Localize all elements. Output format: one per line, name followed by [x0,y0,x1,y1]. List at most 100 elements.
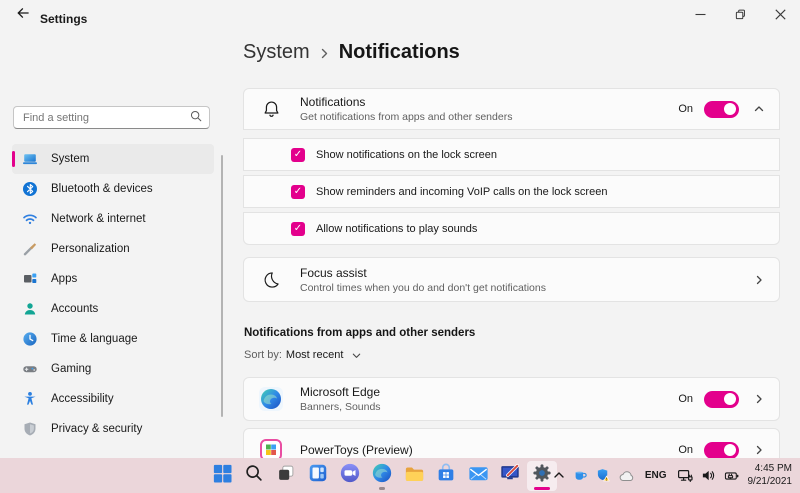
notifications-subtitle: Get notifications from apps and other se… [300,111,512,123]
notifications-title: Notifications [300,95,512,109]
file-explorer-button[interactable] [399,461,429,491]
mail-button[interactable] [463,461,493,491]
tray-overflow-button[interactable] [553,467,565,485]
sidebar-item-label: Gaming [51,363,91,375]
toggle-state-label: On [678,393,693,405]
sidebar-item-apps[interactable]: Apps [12,264,214,294]
search-input[interactable] [23,112,190,124]
chat-icon [339,462,361,489]
sidebar-item-label: Bluetooth & devices [51,183,153,195]
task-view-button[interactable] [271,461,301,491]
clock[interactable]: 4:45 PM 9/21/2021 [748,463,795,488]
sort-dropdown[interactable]: Sort by: Most recent [244,349,362,361]
sidebar-item-label: Apps [51,273,77,285]
store-button[interactable] [431,461,461,491]
app-name: Microsoft Edge [300,385,381,399]
back-arrow-icon [15,6,30,25]
sort-by-label: Sort by: [244,349,282,361]
back-button[interactable] [8,4,36,26]
widgets-icon [307,462,329,489]
notifications-setting-row[interactable]: Notifications Get notifications from app… [243,88,780,130]
breadcrumb-chevron-icon [320,47,329,60]
sidebar-scrollbar[interactable] [221,155,223,417]
system-laptop-icon [22,151,38,167]
app-row-powertoys[interactable]: PowerToys (Preview) On [243,428,780,458]
toggle-state-label: On [678,103,693,115]
sidebar-item-label: Time & language [51,333,138,345]
edge-button[interactable] [367,461,397,491]
network-display-icon[interactable] [677,468,693,484]
desktop-pen-app-button[interactable] [495,461,525,491]
sidebar-item-accounts[interactable]: Accounts [12,294,214,324]
toggle-knob [724,444,736,456]
file-explorer-icon [403,462,426,490]
minimize-button[interactable] [680,0,720,28]
crescent-moon-icon [257,270,285,290]
start-button[interactable] [207,461,237,491]
search-icon [243,462,265,489]
option-label: Allow notifications to play sounds [316,223,477,235]
desktop-pen-icon [499,462,521,489]
sidebar-item-bluetooth-devices[interactable]: Bluetooth & devices [12,174,214,204]
sidebar-item-privacy-security[interactable]: Privacy & security [12,414,214,444]
focus-assist-row[interactable]: Focus assist Control times when you do a… [243,257,780,302]
notifications-toggle[interactable] [704,101,739,118]
sidebar-item-personalization[interactable]: Personalization [12,234,214,264]
sidebar-item-label: Network & internet [51,213,146,225]
sidebar-item-label: Accessibility [51,393,114,405]
settings-gear-icon [531,462,553,489]
option-row-lock-screen-notifications: Show notifications on the lock screen [243,138,780,171]
sidebar-item-gaming[interactable]: Gaming [12,354,214,384]
sidebar-item-accessibility[interactable]: Accessibility [12,384,214,414]
tray-date: 9/21/2021 [748,476,793,489]
sidebar-item-system[interactable]: System [12,144,214,174]
edge-icon [371,462,393,489]
volume-icon[interactable] [701,468,716,483]
powertoys-app-icon [257,438,285,458]
sidebar-item-time-language[interactable]: Time & language [12,324,214,354]
app-title: Settings [40,12,87,26]
onedrive-cloud-icon[interactable] [619,469,635,482]
security-shield-warning-icon[interactable] [596,468,611,483]
app-notification-types: Banners, Sounds [300,401,381,413]
cup-app-tray-icon[interactable] [573,468,588,483]
close-button[interactable] [760,0,800,28]
checkbox-checked[interactable] [291,148,305,162]
breadcrumb-system[interactable]: System [243,41,310,64]
powertoys-notifications-toggle[interactable] [704,442,739,459]
sidebar-item-network-internet[interactable]: Network & internet [12,204,214,234]
focus-assist-subtitle: Control times when you do and don't get … [300,282,546,294]
search-box[interactable] [13,106,210,129]
taskbar-search-button[interactable] [239,461,269,491]
selection-accent-bar [12,151,15,167]
checkbox-checked[interactable] [291,185,305,199]
widgets-button[interactable] [303,461,333,491]
option-row-play-sounds: Allow notifications to play sounds [243,212,780,245]
person-icon [22,301,38,317]
accessibility-person-icon [22,391,38,407]
system-tray: ENG 4:45 PM 9/21/2021 [553,458,794,493]
chevron-down-icon [351,350,362,361]
bell-icon [257,99,285,120]
main-content: System Notifications Notifications Get n… [243,28,780,458]
checkbox-checked[interactable] [291,222,305,236]
chevron-right-icon [753,274,765,286]
sidebar-item-label: Privacy & security [51,423,142,435]
apps-section-heading: Notifications from apps and other sender… [244,327,475,339]
chat-button[interactable] [335,461,365,491]
start-icon [211,462,234,490]
language-indicator[interactable]: ENG [643,470,669,481]
restore-button[interactable] [720,0,760,28]
edge-notifications-toggle[interactable] [704,391,739,408]
tray-time: 4:45 PM [748,463,793,476]
option-row-reminders-voip: Show reminders and incoming VoIP calls o… [243,175,780,208]
apps-grid-icon [22,271,38,287]
shield-icon [22,421,38,437]
battery-plug-icon[interactable] [724,469,740,483]
focus-assist-title: Focus assist [300,266,546,280]
titlebar: Settings [0,0,800,30]
sort-value: Most recent [286,349,343,361]
app-row-microsoft-edge[interactable]: Microsoft Edge Banners, Sounds On [243,377,780,421]
collapse-chevron-up-icon[interactable] [753,103,765,115]
option-label: Show notifications on the lock screen [316,149,497,161]
